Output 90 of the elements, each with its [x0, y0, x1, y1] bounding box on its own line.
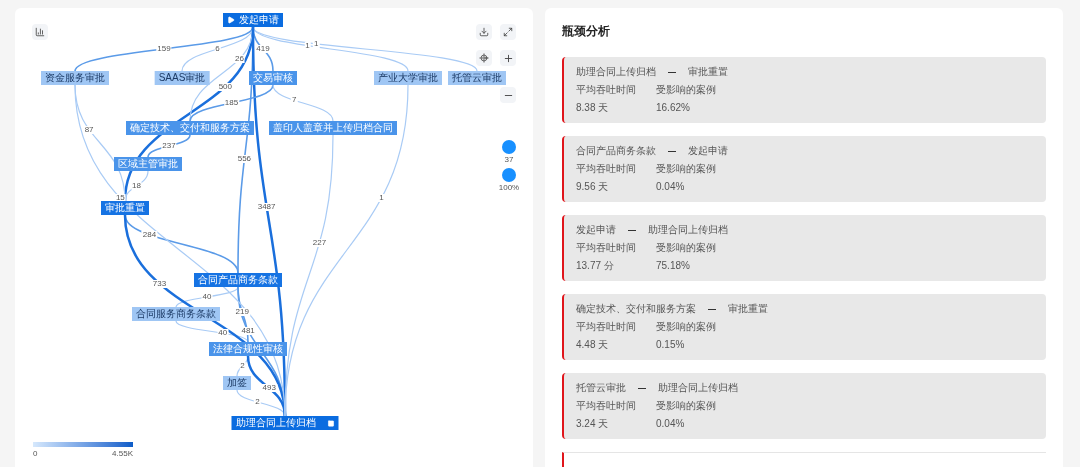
time-value: 3.24 天: [576, 419, 610, 429]
edge-count: 185: [223, 99, 240, 107]
cases-label: 受影响的案例: [656, 164, 716, 174]
from-activity: 合同产品商务条款: [576, 146, 656, 156]
edge-count: 40: [201, 293, 213, 301]
edge-count: 284: [141, 230, 158, 239]
cases-value: 0.04%: [656, 419, 685, 429]
edge-count: 219: [234, 308, 250, 317]
process-node: 确定技术、交付和服务方案: [126, 121, 254, 135]
process-node: 法律合规性审核: [209, 342, 287, 356]
cases-label: 受影响的案例: [656, 401, 716, 411]
process-node: 托管云审批: [448, 71, 506, 85]
play-icon: [227, 16, 235, 24]
dash-separator: [668, 150, 676, 152]
stop-icon: [327, 419, 335, 427]
slider-thumb[interactable]: [502, 140, 516, 154]
from-activity: 托管云审批: [576, 383, 626, 393]
expand-icon[interactable]: [500, 24, 516, 40]
chart-icon[interactable]: [32, 24, 48, 40]
time-value: 9.56 天: [576, 182, 610, 192]
time-value: 8.38 天: [576, 103, 610, 113]
from-activity: 确定技术、交付和服务方案: [576, 304, 696, 314]
edge-count: 7: [290, 96, 298, 105]
edge-count: 227: [311, 238, 328, 247]
edge-count: 87: [83, 125, 95, 134]
cases-value: 16.62%: [656, 103, 690, 113]
edge-count: 1: [312, 39, 320, 48]
edge-count: 159: [156, 45, 172, 53]
edge-count: 493: [261, 384, 277, 393]
process-node: 助理合同上传归档: [231, 416, 339, 430]
dash-separator: [708, 308, 716, 310]
edge-count: 481: [240, 327, 256, 336]
zoom-in-icon[interactable]: [500, 50, 516, 66]
locate-icon[interactable]: [476, 50, 492, 66]
to-activity: 助理合同上传归档: [648, 225, 728, 235]
to-activity: 发起申请: [688, 146, 728, 156]
to-activity: 审批重置: [728, 304, 768, 314]
edge-count: 419: [255, 45, 271, 53]
dash-separator: [668, 71, 676, 73]
process-node: 产业大学审批: [374, 71, 442, 85]
process-node: 审批重置: [101, 201, 149, 215]
to-activity: 助理合同上传归档: [658, 383, 738, 393]
time-label: 平均吞吐时间: [576, 322, 637, 332]
slider-reading: 37: [504, 156, 514, 164]
legend-max: 4.55K: [112, 450, 133, 458]
process-node: 区域主管审批: [114, 157, 182, 171]
time-value: 13.77 分: [576, 261, 615, 271]
download-icon[interactable]: [476, 24, 492, 40]
cases-label: 受影响的案例: [656, 322, 716, 332]
cases-value: 0.15%: [656, 340, 685, 350]
edge-count: 500: [217, 82, 233, 91]
edge-count: 40: [217, 329, 229, 338]
process-node: SAAS审批: [154, 71, 210, 85]
cases-value: 75.18%: [656, 261, 690, 271]
dash-separator: [628, 229, 636, 231]
cases-value: 0.04%: [656, 182, 685, 192]
edge-count: 2: [239, 362, 246, 370]
cases-label: 受影响的案例: [656, 85, 716, 95]
time-value: 4.48 天: [576, 340, 610, 350]
dash-separator: [638, 387, 646, 389]
process-node: 发起申请: [223, 13, 283, 27]
process-node: 加签: [223, 376, 251, 390]
from-activity: 助理合同上传归档: [576, 67, 656, 77]
time-label: 平均吞吐时间: [576, 401, 637, 411]
zoom-out-icon[interactable]: [500, 87, 516, 103]
edge-count: 3487: [256, 202, 277, 211]
time-label: 平均吞吐时间: [576, 85, 637, 95]
slider-reading: 100%: [498, 184, 520, 192]
edge-count: 2: [254, 398, 261, 406]
edge-count: 1: [304, 41, 311, 50]
legend-min: 0: [33, 450, 38, 458]
time-label: 平均吞吐时间: [576, 243, 637, 253]
edge-count: 18: [131, 182, 142, 190]
process-node: 合同服务商务条款: [132, 307, 220, 321]
edge-count: 733: [151, 279, 168, 288]
edge-count: 26: [233, 55, 245, 64]
process-node: 合同产品商务条款: [194, 273, 282, 287]
edge-count: 237: [161, 142, 177, 150]
process-node: 交易审核: [249, 71, 297, 85]
panel-title: 瓶颈分析: [562, 25, 611, 37]
slider-thumb[interactable]: [502, 168, 516, 182]
edge-count: 556: [236, 155, 253, 164]
edge-count: 6: [214, 45, 221, 53]
edge-count: 1: [378, 194, 385, 203]
from-activity: 发起申请: [576, 225, 616, 235]
to-activity: 审批重置: [688, 67, 728, 77]
cases-label: 受影响的案例: [656, 243, 716, 253]
process-node: 盖印人盖章并上传归档合同: [269, 121, 397, 135]
time-label: 平均吞吐时间: [576, 164, 637, 174]
process-node: 资金服务审批: [41, 71, 109, 85]
